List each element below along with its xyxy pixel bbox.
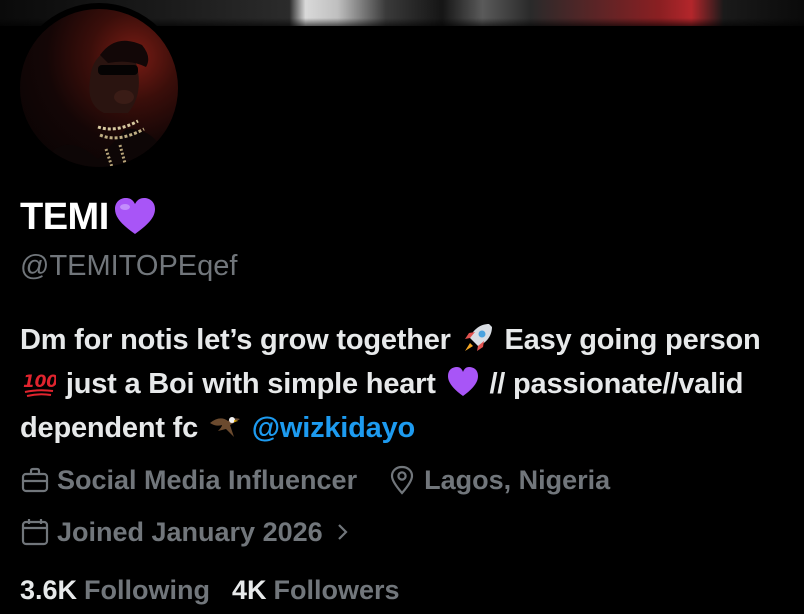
- location-label: Lagos, Nigeria: [424, 464, 611, 495]
- mention-link[interactable]: @wizkidayo: [252, 412, 415, 444]
- rocket-emoji: [461, 321, 495, 355]
- purple-heart-emoji: [113, 197, 157, 237]
- chevron-right-icon[interactable]: [333, 522, 353, 542]
- following-count: 3.6K: [20, 574, 78, 605]
- bio-text-3: just a Boi with simple heart: [65, 368, 436, 400]
- follow-counts: 3.6K Following 4K Followers: [20, 570, 400, 610]
- location-item: Lagos, Nigeria: [387, 465, 610, 496]
- calendar-icon: [21, 519, 49, 546]
- following-label: Following: [84, 574, 211, 605]
- avatar[interactable]: [20, 9, 178, 167]
- profession-item: Social Media Influencer: [20, 465, 357, 496]
- followers-count: 4K: [232, 574, 267, 605]
- eagle-emoji: [208, 409, 242, 443]
- followers-link[interactable]: 4K Followers: [232, 575, 400, 606]
- followers-label: Followers: [273, 574, 400, 605]
- bio: Dm for notis let’s grow together Easy go…: [20, 318, 790, 450]
- profile-meta-row: Social Media Influencer Lagos, Nigeria: [20, 460, 610, 500]
- joined-row[interactable]: Joined January 2026: [20, 512, 353, 552]
- location-pin-icon: [390, 465, 414, 495]
- hundred-points-emoji: 100: [22, 365, 58, 399]
- profession-label: Social Media Influencer: [57, 464, 358, 495]
- handle: @TEMITOPEqef: [20, 250, 238, 282]
- bio-text-1: Dm for notis let’s grow together: [20, 324, 451, 356]
- bio-text-2: Easy going person: [504, 324, 761, 356]
- svg-text:100: 100: [23, 372, 56, 392]
- display-name: TEMI: [20, 195, 109, 238]
- joined-label: Joined January 2026: [57, 516, 323, 547]
- display-name-row: TEMI: [20, 193, 157, 241]
- briefcase-icon: [21, 467, 49, 493]
- avatar-border: [14, 3, 184, 173]
- joined-item[interactable]: Joined January 2026: [20, 517, 353, 548]
- purple-heart-emoji: [446, 365, 480, 399]
- following-link[interactable]: 3.6K Following: [20, 575, 210, 606]
